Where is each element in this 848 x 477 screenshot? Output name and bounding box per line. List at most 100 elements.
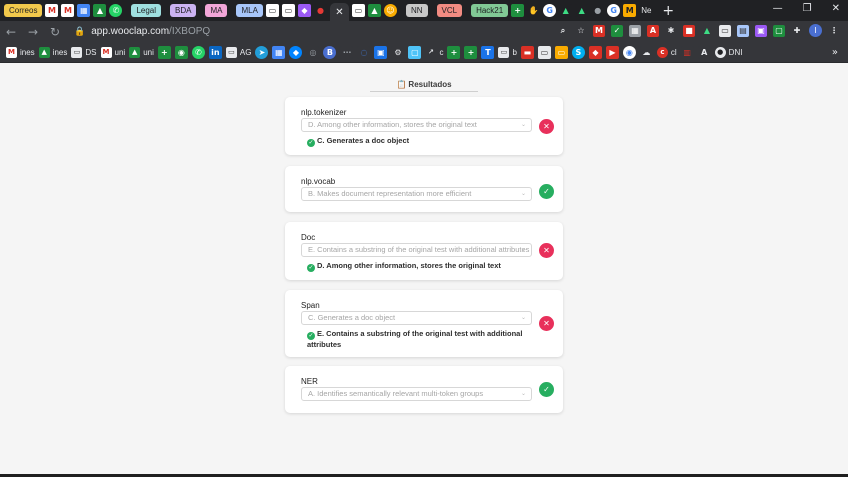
blue-bookmark-icon[interactable]: ▣ (374, 45, 388, 59)
chrome-bookmark-icon[interactable]: ◉ (622, 45, 636, 59)
hand-tab-icon[interactable]: ✋ (527, 4, 541, 17)
android-tab-icon[interactable]: ▲ (559, 4, 573, 17)
sheets-tab-icon[interactable]: + (511, 4, 525, 17)
drive-tab-icon[interactable]: ▲ (93, 4, 107, 17)
whatsapp-tab-icon[interactable]: ✆ (109, 4, 123, 17)
active-tab-close-icon[interactable]: ✕ (329, 3, 349, 21)
bookmarks-overflow-icon[interactable]: » (832, 47, 838, 58)
bookmark-ag[interactable]: ▭ AG (225, 46, 251, 58)
extension-m-icon[interactable]: M (593, 24, 605, 37)
purple-tab-icon[interactable]: ◆ (297, 4, 311, 17)
sheets-bookmark-icon[interactable]: + (447, 45, 461, 59)
tab-group-mla[interactable]: MLA (236, 4, 263, 17)
whatsapp-bookmark-icon[interactable]: ✆ (191, 45, 205, 59)
skype-bookmark-icon[interactable]: S (571, 45, 585, 59)
answer-select[interactable]: B. Makes document representation more ef… (301, 187, 532, 201)
profile-avatar[interactable]: I (809, 24, 822, 37)
telegram-bookmark-icon[interactable]: ➤ (255, 45, 269, 59)
forward-icon[interactable]: → (22, 25, 44, 39)
cloud-bookmark-icon[interactable]: ☁ (639, 45, 653, 59)
answer-select[interactable]: C. Generates a doc object ⌄ (301, 311, 532, 325)
doc-icon: ▭ (71, 46, 83, 58)
red-dot-tab-icon[interactable]: ● (313, 4, 327, 17)
extension-red-icon[interactable]: ■ (683, 24, 695, 37)
youtube-bookmark-icon[interactable]: ▶ (605, 45, 619, 59)
extension-purple-icon[interactable]: ▣ (755, 24, 767, 37)
answer-select[interactable]: A. Identifies semantically relevant mult… (301, 387, 532, 401)
doc-tab-icon[interactable]: ▭ (265, 4, 279, 17)
circle-bookmark-icon[interactable]: ◎ (306, 45, 320, 59)
answer-select[interactable]: D. Among other information, stores the o… (301, 118, 532, 132)
bookmark-c[interactable]: ↗ c (425, 46, 443, 58)
extension-android-icon[interactable]: ▲ (701, 25, 713, 37)
tab-group-ma[interactable]: MA (205, 4, 228, 17)
sheets-bookmark-icon[interactable]: + (157, 45, 171, 59)
lightblue-bookmark-icon[interactable]: ▢ (408, 45, 422, 59)
github-tab-icon[interactable]: ● (591, 4, 605, 17)
lock-icon[interactable]: 🔒 (74, 27, 85, 37)
doc-tab-icon[interactable]: ▭ (281, 4, 295, 17)
close-icon[interactable]: ✕ (832, 3, 840, 14)
back-icon[interactable]: ← (0, 25, 22, 39)
extension-check-icon[interactable]: ✓ (611, 24, 623, 37)
red-bookmark-icon[interactable]: ▬ (520, 45, 534, 59)
dots-bookmark-icon[interactable]: ⋯ (340, 45, 354, 59)
bookmark-gmail-uni[interactable]: Muni (100, 46, 125, 58)
translate-bookmark-icon[interactable]: T (481, 45, 495, 59)
tab-label-ne[interactable]: Ne (641, 6, 651, 15)
search-icon[interactable]: ⌕ (557, 25, 569, 37)
tab-group-correos[interactable]: Correos (4, 4, 43, 17)
menu-icon[interactable]: ⋮ (828, 25, 840, 37)
address-bar[interactable]: 🔒 app.wooclap.com /IXBOPQ (74, 26, 210, 37)
a-bookmark-icon[interactable]: A (697, 45, 711, 59)
extension-green-icon[interactable]: ▢ (773, 24, 785, 37)
tab-group-bda[interactable]: BDA (170, 4, 197, 17)
shield-bookmark-icon[interactable]: ◆ (588, 45, 602, 59)
messenger-bookmark-icon[interactable]: ◆ (289, 45, 303, 59)
maps-bookmark-icon[interactable]: ◉ (174, 45, 188, 59)
extensions-puzzle-icon[interactable]: ✚ (791, 25, 803, 37)
extension-pdf-icon[interactable]: A (647, 24, 659, 37)
globe-bookmark-icon[interactable]: ◌ (357, 45, 371, 59)
extension-grid-icon[interactable]: ▦ (629, 24, 641, 37)
doc-tab-icon[interactable]: ▭ (351, 4, 365, 17)
gmail-tab-icon[interactable]: M (61, 4, 75, 17)
calendar-bookmark-icon[interactable]: ▦ (272, 45, 286, 59)
star-icon[interactable]: ☆ (575, 25, 587, 37)
yellow-tab-icon[interactable]: M (623, 4, 637, 17)
tab-group-legal[interactable]: Legal (131, 4, 162, 17)
reload-icon[interactable]: ↻ (44, 25, 66, 39)
bookmark-gmail-ines[interactable]: Mines (6, 46, 35, 58)
drive-tab-icon[interactable]: ▲ (367, 4, 381, 17)
bars-bookmark-icon[interactable]: ▥ (680, 45, 694, 59)
extension-file-icon[interactable]: ▤ (737, 24, 749, 37)
b-bookmark-icon[interactable]: B (323, 45, 337, 59)
answer-select[interactable]: E. Contains a substring of the original … (301, 243, 532, 257)
bookmark-ds[interactable]: ▭ DS (71, 46, 97, 58)
sheets-bookmark-icon[interactable]: + (464, 45, 478, 59)
calendar-tab-icon[interactable]: ▦ (77, 4, 91, 17)
android-tab-icon[interactable]: ▲ (575, 4, 589, 17)
linkedin-bookmark-icon[interactable]: in (208, 45, 222, 59)
google-tab-icon[interactable]: G (543, 4, 557, 17)
minimize-icon[interactable]: — (773, 3, 783, 14)
gmail-tab-icon[interactable]: M (45, 4, 59, 17)
bookmark-drive-uni[interactable]: ▲ uni (129, 46, 154, 58)
bookmark-cl[interactable]: c cl (656, 46, 677, 58)
emoji-tab-icon[interactable]: ☺ (383, 4, 397, 17)
gear-bookmark-icon[interactable]: ⚙ (391, 45, 405, 59)
extension-doc-icon[interactable]: ▭ (719, 24, 731, 37)
google-tab-icon[interactable]: G (607, 4, 621, 17)
bookmark-drive-ines[interactable]: ▲ ines (38, 46, 67, 58)
chevron-down-icon: ⌄ (520, 314, 526, 321)
restore-icon[interactable]: ❐ (803, 3, 812, 14)
slides-bookmark-icon[interactable]: ▭ (554, 45, 568, 59)
doc-bookmark-icon[interactable]: ▭ (537, 45, 551, 59)
new-tab-button[interactable]: + (662, 3, 674, 19)
tab-group-hack21[interactable]: Hack21 (471, 4, 509, 17)
bookmark-dni[interactable]: ● DNI (714, 46, 742, 58)
bookmark-b[interactable]: ▭ b (498, 46, 517, 58)
tab-group-vcl[interactable]: VCL (436, 4, 463, 17)
extension-puzzle-icon[interactable]: ✱ (665, 25, 677, 37)
tab-group-nn[interactable]: NN (405, 4, 428, 17)
